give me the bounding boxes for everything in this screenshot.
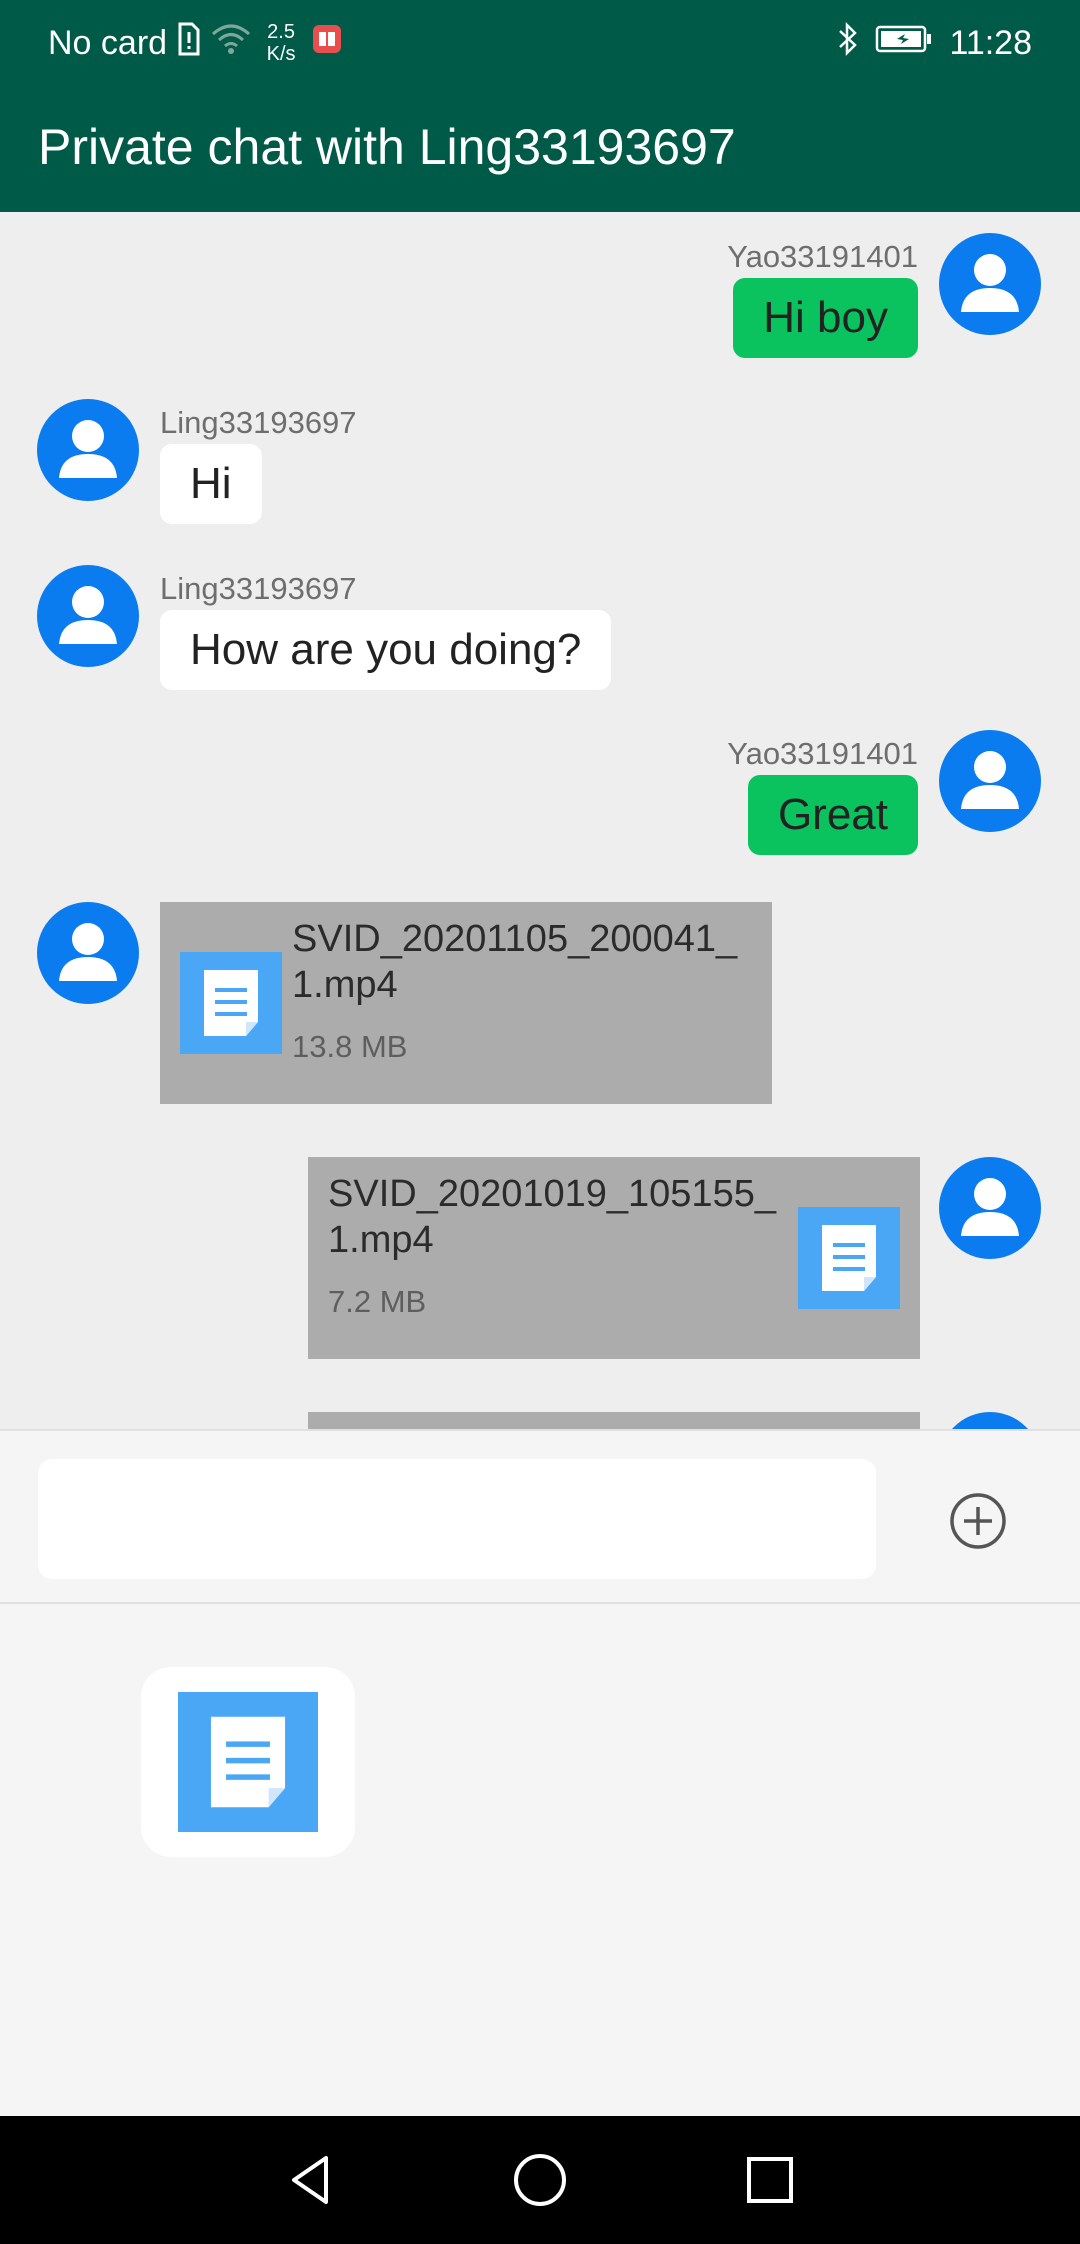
add-circle-icon[interactable] — [948, 1491, 1008, 1551]
status-left: No card 2.5 K/s — [48, 20, 343, 66]
avatar-icon[interactable] — [939, 233, 1041, 335]
network-speed: 2.5 K/s — [261, 21, 301, 65]
page-title: Private chat with Ling33193697 — [38, 119, 736, 175]
sender-name: Yao33191401 — [727, 239, 918, 274]
message-bubble[interactable]: Hi boy — [733, 278, 918, 358]
battery-charging-icon — [875, 24, 933, 63]
file-attachment-card[interactable] — [308, 1412, 920, 1429]
avatar-icon[interactable] — [37, 565, 139, 667]
file-name: SVID_20201019_105155_ 1.mp4 — [328, 1173, 776, 1261]
sender-name: Ling33193697 — [160, 571, 357, 606]
message-input[interactable] — [38, 1459, 876, 1579]
message-input-bar — [0, 1429, 1080, 1604]
document-icon — [178, 1692, 318, 1832]
chat-message-list[interactable]: Yao33191401 Hi boy Ling33193697 Hi Ling3… — [0, 212, 1080, 1429]
document-icon — [180, 952, 282, 1054]
message-bubble[interactable]: Great — [747, 775, 918, 855]
attach-file-button[interactable] — [141, 1667, 355, 1857]
avatar-icon[interactable] — [939, 730, 1041, 832]
wifi-icon — [211, 22, 251, 65]
avatar-icon[interactable] — [37, 902, 139, 1004]
recents-icon[interactable] — [740, 2150, 800, 2210]
speed-value: 2.5 — [267, 21, 295, 43]
sender-name: Ling33193697 — [160, 405, 357, 440]
file-name: SVID_20201105_200041_ 1.mp4 — [292, 918, 738, 1006]
avatar-icon[interactable] — [939, 1412, 1041, 1429]
back-icon[interactable] — [280, 2150, 340, 2210]
avatar-icon[interactable] — [37, 399, 139, 501]
app-bar: Private chat with Ling33193697 — [0, 86, 1080, 212]
carrier-label: No card — [48, 23, 168, 62]
message-bubble[interactable]: Hi — [160, 444, 262, 524]
avatar-icon[interactable] — [939, 1157, 1041, 1259]
sim-alert-icon — [177, 22, 201, 65]
file-size: 13.8 MB — [292, 1029, 408, 1064]
clock: 11:28 — [949, 23, 1032, 62]
status-right: 11:28 — [837, 20, 1032, 66]
status-bar: No card 2.5 K/s 11:28 — [0, 0, 1080, 86]
bluetooth-icon — [837, 21, 859, 66]
home-icon[interactable] — [510, 2150, 570, 2210]
app-notification-icon — [311, 23, 343, 64]
attachment-panel — [0, 1604, 1080, 2116]
speed-unit: K/s — [266, 43, 296, 65]
message-bubble[interactable]: How are you doing? — [160, 610, 612, 690]
file-attachment-card[interactable]: SVID_20201105_200041_ 1.mp4 13.8 MB — [160, 902, 772, 1104]
file-attachment-card[interactable]: SVID_20201019_105155_ 1.mp4 7.2 MB — [308, 1157, 920, 1359]
file-size: 7.2 MB — [328, 1284, 427, 1319]
document-icon — [798, 1207, 900, 1309]
sender-name: Yao33191401 — [727, 736, 918, 771]
system-nav-bar — [0, 2116, 1080, 2244]
